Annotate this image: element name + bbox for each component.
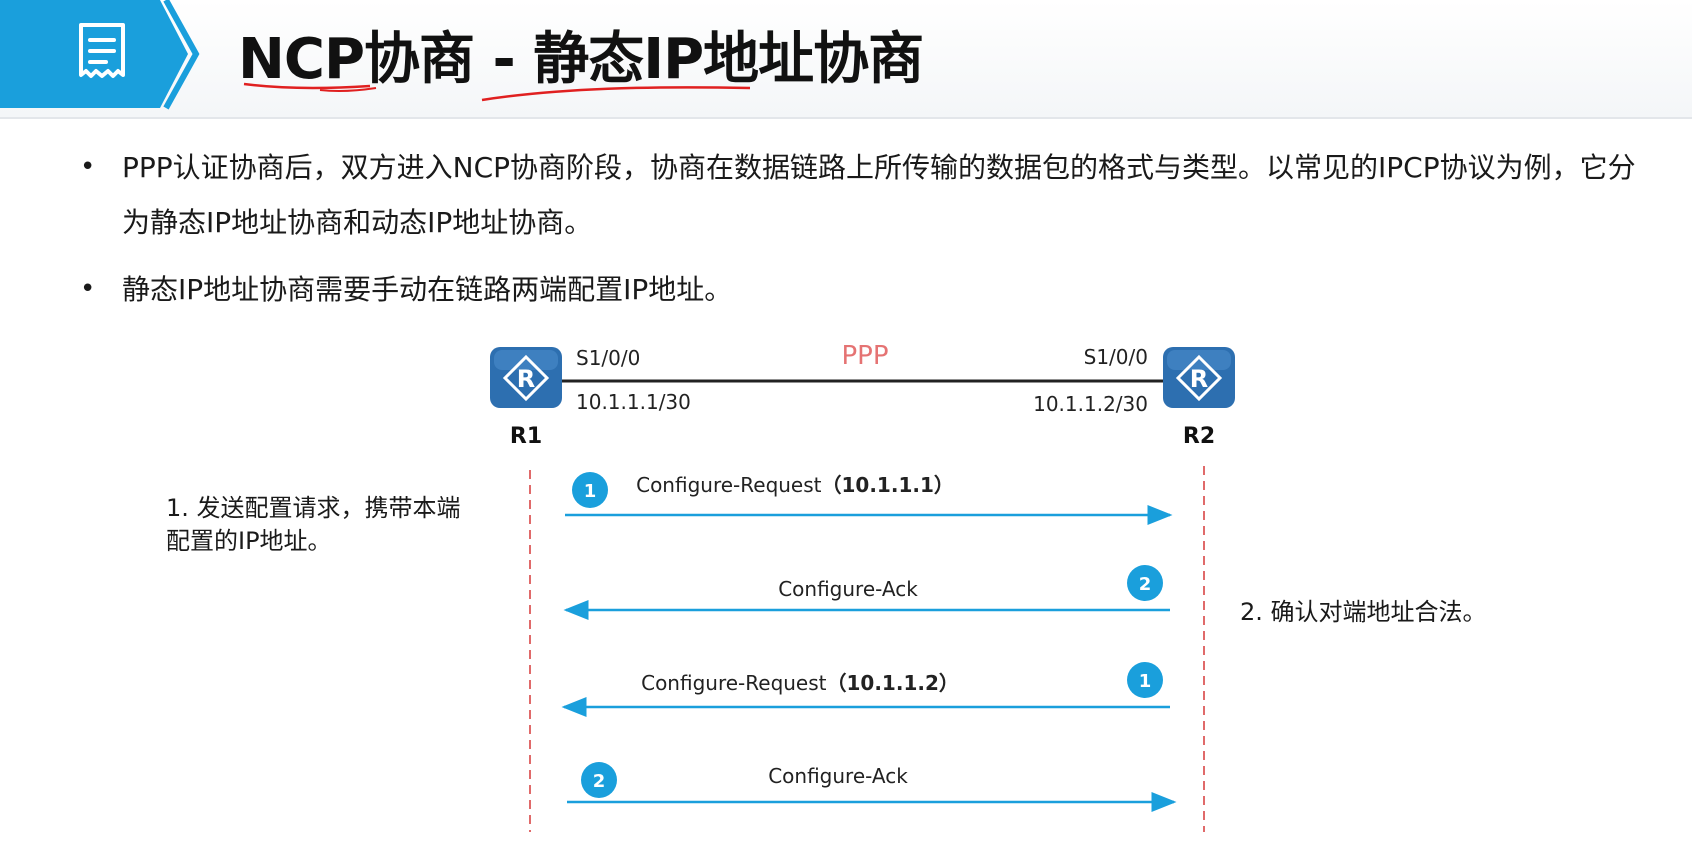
message-arrow: Configure-Request（10.1.1.1） [565,473,1173,525]
step-badge: 1 [1127,662,1163,698]
message-label: Configure-Request（10.1.1.1） [636,473,954,497]
message-label: Configure-Ack [768,764,908,788]
bullet-item: • PPP认证协商后，双方进入NCP协商阶段，协商在数据链路上所传输的数据包的格… [80,140,1660,250]
ppp-ipcp-diagram: PPP R R1 S1/0/0 10.1.1.1/30 R R2 S1/0/0 … [166,341,1487,832]
step-badge: 1 [572,472,608,508]
message-arrow: Configure-Ack [567,764,1177,812]
note-left-line1: 1. 发送配置请求，携带本端 [166,494,461,522]
router-r2-name: R2 [1183,424,1215,449]
bullet-dot: • [80,152,96,182]
router-icon [502,354,550,402]
router-icon [1175,354,1223,402]
bullet-text: 静态IP地址协商需要手动在链路两端配置IP地址。 [122,273,733,306]
r2-ip: 10.1.1.2/30 [1033,392,1148,416]
svg-text:2: 2 [593,771,606,792]
r1-ip: 10.1.1.1/30 [576,390,691,414]
document-icon [79,23,125,78]
title-underline-marks [243,82,751,102]
step-badge: 2 [1127,565,1163,601]
bullet-text: PPP认证协商后，双方进入NCP协商阶段，协商在数据链路上所传输的数据包的格式与… [122,151,1636,239]
svg-text:1: 1 [1139,671,1152,692]
r2-interface: S1/0/0 [1084,345,1148,369]
router-r1-name: R1 [510,424,542,449]
link-label: PPP [841,341,888,371]
router-icon-letter: R [517,365,535,393]
r1-interface: S1/0/0 [576,346,640,370]
bullet-item: • 静态IP地址协商需要手动在链路两端配置IP地址。 [80,262,1660,317]
bullet-list: • PPP认证协商后，双方进入NCP协商阶段，协商在数据链路上所传输的数据包的格… [80,140,1660,317]
svg-text:1: 1 [584,481,597,502]
router-r1: R [490,347,562,408]
note-left-line2: 配置的IP地址。 [166,527,332,555]
message-arrow: Configure-Request（10.1.1.2） [561,671,1170,717]
router-icon-letter: R [1190,365,1208,393]
header-divider [0,117,1692,119]
note-right: 2. 确认对端地址合法。 [1240,598,1487,626]
step-badge: 2 [581,762,617,798]
message-label: Configure-Ack [778,577,918,601]
message-label: Configure-Request（10.1.1.2） [641,671,959,695]
router-r2: R [1163,347,1235,408]
bullet-dot: • [80,274,96,304]
message-arrow: Configure-Ack [563,577,1170,620]
svg-text:2: 2 [1139,574,1152,595]
